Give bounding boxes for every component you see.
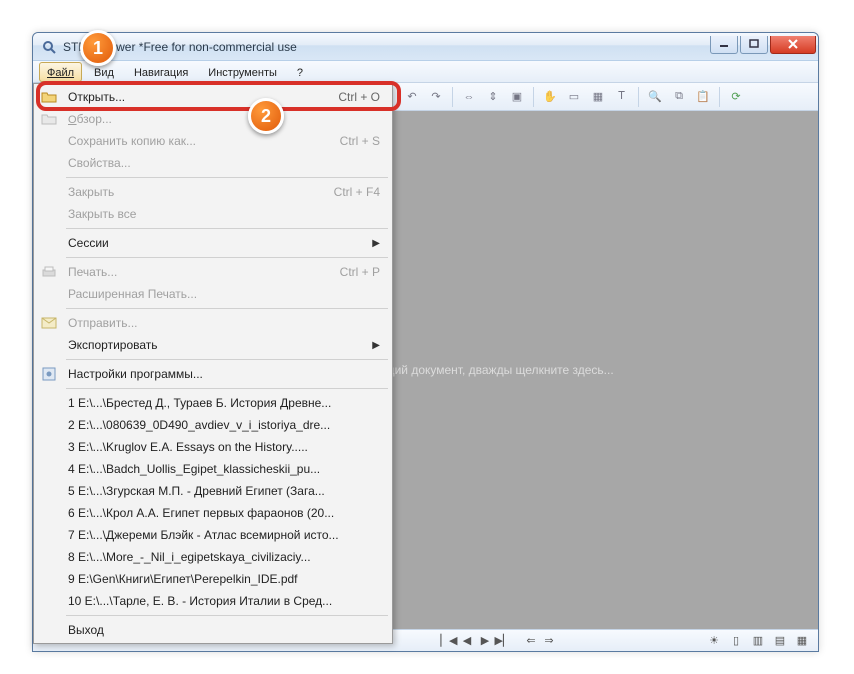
menu-item-export[interactable]: Экспортировать ▶	[36, 334, 390, 356]
menu-item-recent-9[interactable]: 9 E:\Gen\Книги\Египет\Perepelkin_IDE.pdf	[36, 568, 390, 590]
menu-item-send: Отправить...	[36, 312, 390, 334]
maximize-button[interactable]	[740, 36, 768, 54]
menu-item-recent-1[interactable]: 1 E:\...\Брестед Д., Тураев Б. История Д…	[36, 392, 390, 414]
menu-item-sessions[interactable]: Сессии ▶	[36, 232, 390, 254]
menu-item-properties: Свойства...	[36, 152, 390, 174]
callout-1: 1	[80, 30, 116, 66]
tool-hand-icon[interactable]: ✋	[539, 86, 561, 108]
menu-item-save-copy: Сохранить копию как... Ctrl + S	[36, 130, 390, 152]
envelope-icon	[36, 317, 62, 329]
app-window: STDU Viewer *Free for non-commercial use…	[32, 32, 819, 652]
menu-item-recent-5[interactable]: 5 E:\...\Згурская М.П. - Древний Египет …	[36, 480, 390, 502]
menu-item-recent-6[interactable]: 6 E:\...\Крол А.А. Египет первых фараоно…	[36, 502, 390, 524]
titlebar: STDU Viewer *Free for non-commercial use	[33, 33, 818, 61]
tool-paste-icon[interactable]: 📋	[692, 86, 714, 108]
app-icon	[41, 39, 57, 55]
menu-item-recent-3[interactable]: 3 E:\...\Kruglov E.A. Essays on the Hist…	[36, 436, 390, 458]
menu-item-settings[interactable]: Настройки программы...	[36, 363, 390, 385]
settings-icon	[36, 366, 62, 382]
menu-item-recent-8[interactable]: 8 E:\...\More_-_Nil_i_egipetskaya_civili…	[36, 546, 390, 568]
submenu-arrow-icon: ▶	[372, 340, 390, 351]
tool-fit-width-icon[interactable]: ⇔	[458, 86, 480, 108]
menu-item-exit[interactable]: Выход	[36, 619, 390, 641]
layout-continuous-icon[interactable]: ▤	[772, 633, 788, 649]
window-controls	[710, 40, 818, 54]
menu-item-close-all: Закрыть все	[36, 203, 390, 225]
submenu-arrow-icon: ▶	[372, 238, 390, 249]
minimize-button[interactable]	[710, 36, 738, 54]
file-menu-dropdown: Открыть... Ctrl + O ООбзор...бзор... Сох…	[33, 83, 393, 644]
menu-file[interactable]: Файл	[39, 62, 82, 82]
brightness-icon[interactable]: ☀	[706, 633, 722, 649]
menu-item-adv-print: Расширенная Печать...	[36, 283, 390, 305]
folder-open-icon	[36, 90, 62, 104]
tool-rotate-right-icon[interactable]: ↷	[425, 86, 447, 108]
nav-next-icon[interactable]: ▶	[477, 633, 493, 649]
nav-prev-icon[interactable]: ◀	[459, 633, 475, 649]
menubar: Файл Вид Навигация Инструменты ?	[33, 61, 818, 83]
tool-rotate-left-icon[interactable]: ↶	[401, 86, 423, 108]
printer-icon	[36, 265, 62, 279]
nav-first-icon[interactable]: ▏◀	[441, 633, 457, 649]
nav-last-icon[interactable]: ▶▏	[495, 633, 511, 649]
layout-facing-icon[interactable]: ▥	[750, 633, 766, 649]
layout-single-icon[interactable]: ▯	[728, 633, 744, 649]
close-button[interactable]	[770, 36, 816, 54]
menu-item-print: Печать... Ctrl + P	[36, 261, 390, 283]
tool-refresh-icon[interactable]: ⟳	[725, 86, 747, 108]
menu-item-browse[interactable]: ООбзор...бзор...	[36, 108, 390, 130]
menu-item-recent-4[interactable]: 4 E:\...\Badch_Uollis_Egipet_klassichesk…	[36, 458, 390, 480]
menu-item-recent-7[interactable]: 7 E:\...\Джереми Блэйк - Атлас всемирной…	[36, 524, 390, 546]
tool-text-select-icon[interactable]: Ꭲ	[611, 86, 633, 108]
menu-help[interactable]: ?	[289, 62, 311, 82]
menu-tools[interactable]: Инструменты	[200, 62, 285, 82]
tool-find-icon[interactable]: 🔍	[644, 86, 666, 108]
tool-snapshot-icon[interactable]: ▦	[587, 86, 609, 108]
nav-back-icon[interactable]: ⇐	[523, 633, 539, 649]
callout-2: 2	[248, 98, 284, 134]
tool-copy-icon[interactable]: ⧉	[668, 86, 690, 108]
tool-select-icon[interactable]: ▭	[563, 86, 585, 108]
menu-item-recent-2[interactable]: 2 E:\...\080639_0D490_avdiev_v_i_istoriy…	[36, 414, 390, 436]
menu-item-recent-10[interactable]: 10 E:\...\Тарле, Е. В. - История Италии …	[36, 590, 390, 612]
menu-item-open[interactable]: Открыть... Ctrl + O	[36, 86, 390, 108]
browse-icon	[36, 112, 62, 126]
tool-fit-height-icon[interactable]: ⇕	[482, 86, 504, 108]
nav-forward-icon[interactable]: ⇒	[541, 633, 557, 649]
tool-fit-page-icon[interactable]: ▣	[506, 86, 528, 108]
menu-navigation[interactable]: Навигация	[126, 62, 196, 82]
menu-item-close: Закрыть Ctrl + F4	[36, 181, 390, 203]
layout-grid-icon[interactable]: ▦	[794, 633, 810, 649]
